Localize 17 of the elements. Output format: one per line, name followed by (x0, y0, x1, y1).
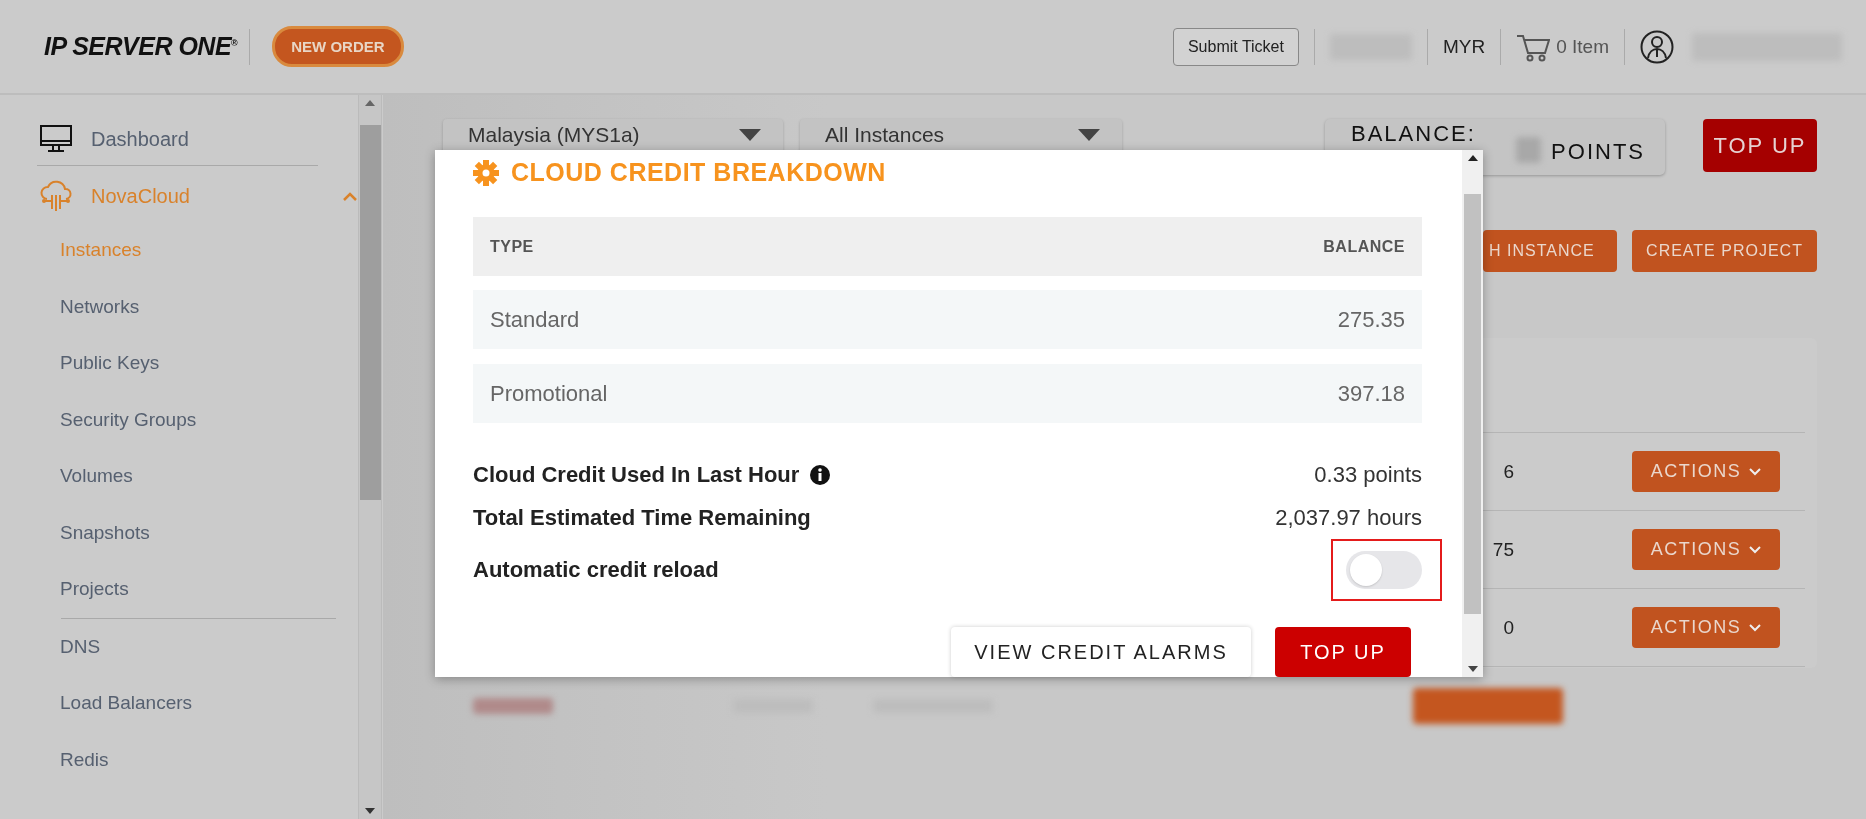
table-cell: 397.18 (1337, 380, 1405, 407)
stat-value: 2,037.97 hours (1275, 504, 1422, 531)
column-header: BALANCE (1323, 237, 1405, 256)
table-cell: Promotional (490, 380, 608, 407)
stat-value: 0.33 points (1314, 461, 1422, 488)
table-cell: 275.35 (1337, 306, 1405, 333)
table-cell: 0 (1503, 616, 1514, 639)
table-cell: 6 (1503, 460, 1514, 483)
table-cell: Standard (490, 306, 580, 333)
column-header: TYPE (490, 237, 534, 256)
stat-label: Total Estimated Time Remaining (473, 504, 811, 531)
stat-label: Cloud Credit Used In Last Hour (473, 461, 800, 488)
dialog-title: CLOUD CREDIT BREAKDOWN (511, 158, 886, 188)
balance-unit: POINTS (1551, 139, 1645, 165)
toggle-label: Automatic credit reload (473, 557, 719, 583)
table-cell: 75 (1492, 538, 1514, 561)
balance-label: BALANCE: (1351, 121, 1476, 147)
